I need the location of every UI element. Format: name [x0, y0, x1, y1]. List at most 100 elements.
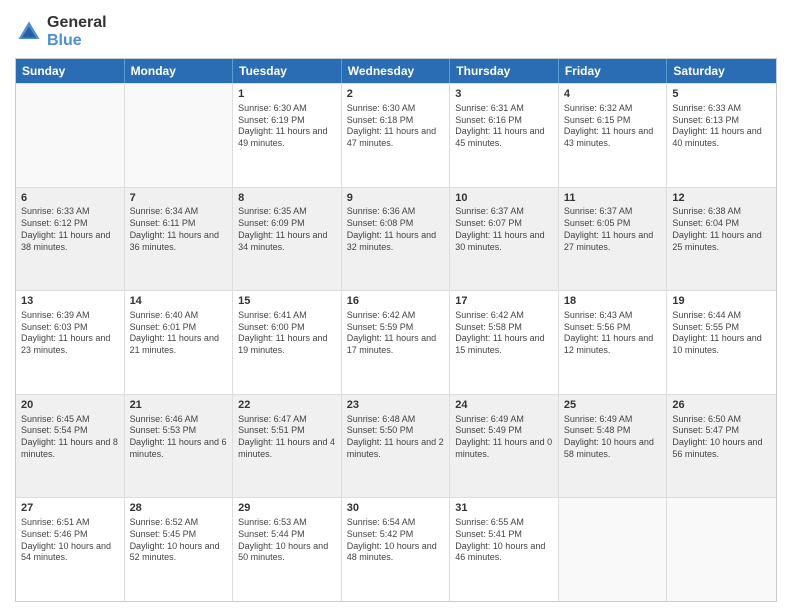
day-number: 21 [130, 398, 228, 413]
calendar-cell-23: 23Sunrise: 6:48 AM Sunset: 5:50 PM Dayli… [342, 395, 451, 498]
cell-info: Sunrise: 6:51 AM Sunset: 5:46 PM Dayligh… [21, 517, 119, 564]
calendar-cell-empty [125, 84, 234, 187]
day-number: 1 [238, 87, 336, 102]
calendar-cell-30: 30Sunrise: 6:54 AM Sunset: 5:42 PM Dayli… [342, 498, 451, 601]
cell-info: Sunrise: 6:48 AM Sunset: 5:50 PM Dayligh… [347, 414, 445, 461]
day-number: 17 [455, 294, 553, 309]
day-number: 10 [455, 191, 553, 206]
cell-info: Sunrise: 6:47 AM Sunset: 5:51 PM Dayligh… [238, 414, 336, 461]
calendar-cell-12: 12Sunrise: 6:38 AM Sunset: 6:04 PM Dayli… [667, 188, 776, 291]
calendar-cell-26: 26Sunrise: 6:50 AM Sunset: 5:47 PM Dayli… [667, 395, 776, 498]
calendar-cell-empty [16, 84, 125, 187]
day-number: 12 [672, 191, 771, 206]
cell-info: Sunrise: 6:34 AM Sunset: 6:11 PM Dayligh… [130, 206, 228, 253]
calendar-cell-27: 27Sunrise: 6:51 AM Sunset: 5:46 PM Dayli… [16, 498, 125, 601]
day-number: 24 [455, 398, 553, 413]
calendar-cell-20: 20Sunrise: 6:45 AM Sunset: 5:54 PM Dayli… [16, 395, 125, 498]
day-number: 28 [130, 501, 228, 516]
cell-info: Sunrise: 6:37 AM Sunset: 6:07 PM Dayligh… [455, 206, 553, 253]
cell-info: Sunrise: 6:30 AM Sunset: 6:19 PM Dayligh… [238, 103, 336, 150]
cell-info: Sunrise: 6:43 AM Sunset: 5:56 PM Dayligh… [564, 310, 662, 357]
day-number: 2 [347, 87, 445, 102]
cell-info: Sunrise: 6:33 AM Sunset: 6:13 PM Dayligh… [672, 103, 771, 150]
day-number: 26 [672, 398, 771, 413]
calendar-cell-11: 11Sunrise: 6:37 AM Sunset: 6:05 PM Dayli… [559, 188, 668, 291]
calendar-cell-empty [559, 498, 668, 601]
calendar-cell-28: 28Sunrise: 6:52 AM Sunset: 5:45 PM Dayli… [125, 498, 234, 601]
calendar-row-1: 6Sunrise: 6:33 AM Sunset: 6:12 PM Daylig… [16, 187, 776, 291]
cell-info: Sunrise: 6:40 AM Sunset: 6:01 PM Dayligh… [130, 310, 228, 357]
day-number: 8 [238, 191, 336, 206]
day-number: 25 [564, 398, 662, 413]
day-number: 3 [455, 87, 553, 102]
cell-info: Sunrise: 6:32 AM Sunset: 6:15 PM Dayligh… [564, 103, 662, 150]
day-number: 13 [21, 294, 119, 309]
calendar-cell-17: 17Sunrise: 6:42 AM Sunset: 5:58 PM Dayli… [450, 291, 559, 394]
calendar-cell-24: 24Sunrise: 6:49 AM Sunset: 5:49 PM Dayli… [450, 395, 559, 498]
weekday-header-monday: Monday [125, 59, 234, 83]
day-number: 15 [238, 294, 336, 309]
logo: General Blue [15, 14, 107, 50]
calendar-cell-2: 2Sunrise: 6:30 AM Sunset: 6:18 PM Daylig… [342, 84, 451, 187]
cell-info: Sunrise: 6:30 AM Sunset: 6:18 PM Dayligh… [347, 103, 445, 150]
calendar-cell-22: 22Sunrise: 6:47 AM Sunset: 5:51 PM Dayli… [233, 395, 342, 498]
cell-info: Sunrise: 6:41 AM Sunset: 6:00 PM Dayligh… [238, 310, 336, 357]
cell-info: Sunrise: 6:44 AM Sunset: 5:55 PM Dayligh… [672, 310, 771, 357]
calendar: SundayMondayTuesdayWednesdayThursdayFrid… [15, 58, 777, 602]
calendar-cell-13: 13Sunrise: 6:39 AM Sunset: 6:03 PM Dayli… [16, 291, 125, 394]
day-number: 23 [347, 398, 445, 413]
cell-info: Sunrise: 6:38 AM Sunset: 6:04 PM Dayligh… [672, 206, 771, 253]
calendar-cell-19: 19Sunrise: 6:44 AM Sunset: 5:55 PM Dayli… [667, 291, 776, 394]
day-number: 27 [21, 501, 119, 516]
cell-info: Sunrise: 6:45 AM Sunset: 5:54 PM Dayligh… [21, 414, 119, 461]
calendar-cell-31: 31Sunrise: 6:55 AM Sunset: 5:41 PM Dayli… [450, 498, 559, 601]
page: General Blue SundayMondayTuesdayWednesda… [0, 0, 792, 612]
cell-info: Sunrise: 6:31 AM Sunset: 6:16 PM Dayligh… [455, 103, 553, 150]
cell-info: Sunrise: 6:36 AM Sunset: 6:08 PM Dayligh… [347, 206, 445, 253]
cell-info: Sunrise: 6:49 AM Sunset: 5:49 PM Dayligh… [455, 414, 553, 461]
cell-info: Sunrise: 6:52 AM Sunset: 5:45 PM Dayligh… [130, 517, 228, 564]
weekday-header-tuesday: Tuesday [233, 59, 342, 83]
cell-info: Sunrise: 6:50 AM Sunset: 5:47 PM Dayligh… [672, 414, 771, 461]
calendar-cell-18: 18Sunrise: 6:43 AM Sunset: 5:56 PM Dayli… [559, 291, 668, 394]
calendar-cell-empty [667, 498, 776, 601]
calendar-cell-6: 6Sunrise: 6:33 AM Sunset: 6:12 PM Daylig… [16, 188, 125, 291]
calendar-cell-9: 9Sunrise: 6:36 AM Sunset: 6:08 PM Daylig… [342, 188, 451, 291]
cell-info: Sunrise: 6:39 AM Sunset: 6:03 PM Dayligh… [21, 310, 119, 357]
day-number: 31 [455, 501, 553, 516]
calendar-row-0: 1Sunrise: 6:30 AM Sunset: 6:19 PM Daylig… [16, 83, 776, 187]
calendar-cell-5: 5Sunrise: 6:33 AM Sunset: 6:13 PM Daylig… [667, 84, 776, 187]
cell-info: Sunrise: 6:42 AM Sunset: 5:58 PM Dayligh… [455, 310, 553, 357]
cell-info: Sunrise: 6:35 AM Sunset: 6:09 PM Dayligh… [238, 206, 336, 253]
calendar-cell-16: 16Sunrise: 6:42 AM Sunset: 5:59 PM Dayli… [342, 291, 451, 394]
day-number: 18 [564, 294, 662, 309]
day-number: 4 [564, 87, 662, 102]
logo-text: General Blue [47, 14, 107, 50]
calendar-cell-4: 4Sunrise: 6:32 AM Sunset: 6:15 PM Daylig… [559, 84, 668, 187]
day-number: 7 [130, 191, 228, 206]
calendar-row-3: 20Sunrise: 6:45 AM Sunset: 5:54 PM Dayli… [16, 394, 776, 498]
weekday-header-friday: Friday [559, 59, 668, 83]
calendar-cell-15: 15Sunrise: 6:41 AM Sunset: 6:00 PM Dayli… [233, 291, 342, 394]
calendar-body: 1Sunrise: 6:30 AM Sunset: 6:19 PM Daylig… [16, 83, 776, 601]
calendar-cell-10: 10Sunrise: 6:37 AM Sunset: 6:07 PM Dayli… [450, 188, 559, 291]
cell-info: Sunrise: 6:54 AM Sunset: 5:42 PM Dayligh… [347, 517, 445, 564]
cell-info: Sunrise: 6:33 AM Sunset: 6:12 PM Dayligh… [21, 206, 119, 253]
calendar-cell-8: 8Sunrise: 6:35 AM Sunset: 6:09 PM Daylig… [233, 188, 342, 291]
weekday-header-saturday: Saturday [667, 59, 776, 83]
cell-info: Sunrise: 6:37 AM Sunset: 6:05 PM Dayligh… [564, 206, 662, 253]
day-number: 5 [672, 87, 771, 102]
cell-info: Sunrise: 6:46 AM Sunset: 5:53 PM Dayligh… [130, 414, 228, 461]
calendar-cell-7: 7Sunrise: 6:34 AM Sunset: 6:11 PM Daylig… [125, 188, 234, 291]
calendar-header: SundayMondayTuesdayWednesdayThursdayFrid… [16, 59, 776, 83]
day-number: 19 [672, 294, 771, 309]
calendar-row-2: 13Sunrise: 6:39 AM Sunset: 6:03 PM Dayli… [16, 290, 776, 394]
calendar-cell-1: 1Sunrise: 6:30 AM Sunset: 6:19 PM Daylig… [233, 84, 342, 187]
cell-info: Sunrise: 6:49 AM Sunset: 5:48 PM Dayligh… [564, 414, 662, 461]
day-number: 29 [238, 501, 336, 516]
weekday-header-wednesday: Wednesday [342, 59, 451, 83]
day-number: 6 [21, 191, 119, 206]
calendar-cell-29: 29Sunrise: 6:53 AM Sunset: 5:44 PM Dayli… [233, 498, 342, 601]
cell-info: Sunrise: 6:55 AM Sunset: 5:41 PM Dayligh… [455, 517, 553, 564]
day-number: 11 [564, 191, 662, 206]
